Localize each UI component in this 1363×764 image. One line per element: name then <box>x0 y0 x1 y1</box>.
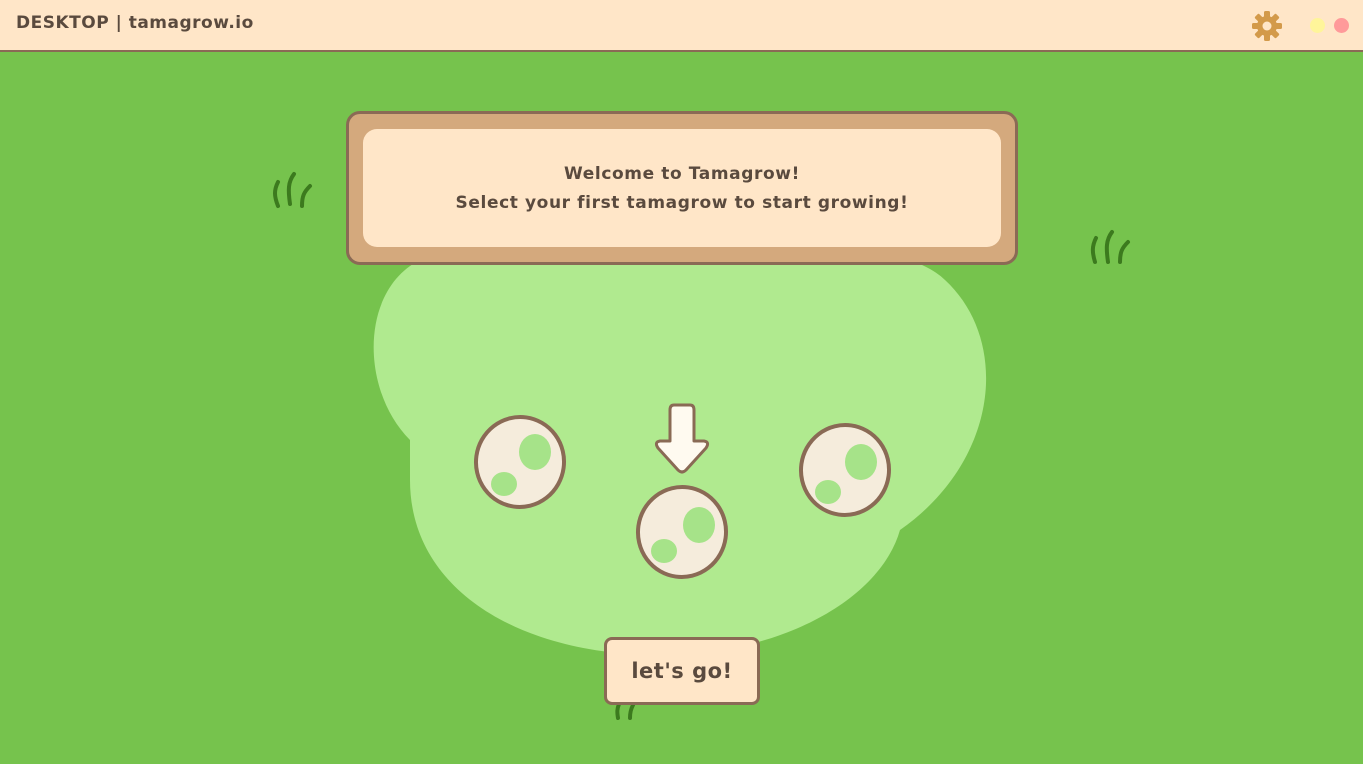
window-title: DESKTOP | tamagrow.io <box>16 13 254 33</box>
grass-tuft-right <box>1090 230 1130 264</box>
welcome-banner-panel: Welcome to Tamagrow! Select your first t… <box>363 129 1001 247</box>
welcome-instruction: Select your first tamagrow to start grow… <box>455 192 909 213</box>
title-bar: DESKTOP | tamagrow.io <box>0 0 1363 52</box>
grass-tuft-left <box>273 172 312 208</box>
close-button[interactable] <box>1334 18 1349 33</box>
welcome-heading: Welcome to Tamagrow! <box>564 163 800 184</box>
welcome-banner: Welcome to Tamagrow! Select your first t… <box>346 111 1018 265</box>
game-window: DESKTOP | tamagrow.io Welcome to Tamagro… <box>0 0 1363 764</box>
minimize-button[interactable] <box>1310 18 1325 33</box>
lets-go-button[interactable]: let's go! <box>604 637 760 705</box>
gear-icon[interactable] <box>1251 10 1283 42</box>
grass-tuft-bottom <box>615 702 635 720</box>
